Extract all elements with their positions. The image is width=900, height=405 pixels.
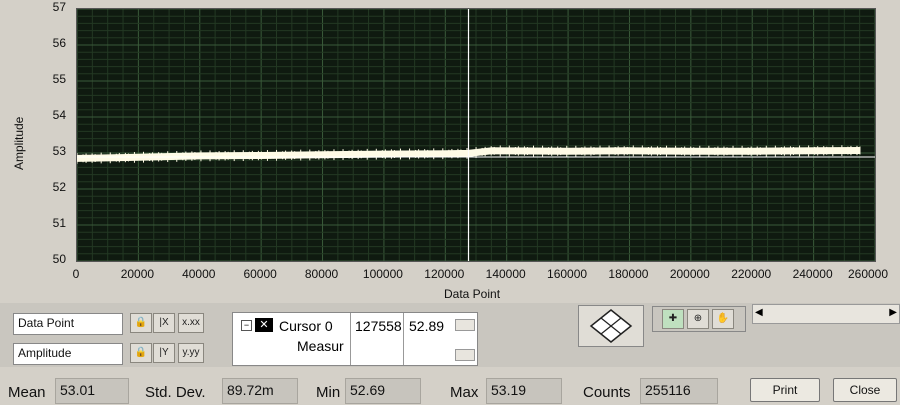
std-dev-label: Std. Dev. (145, 384, 206, 401)
x-axis-title: Data Point (444, 287, 501, 301)
x-format-icon[interactable]: x.xx (178, 313, 204, 333)
cursor-mover-icon (589, 309, 633, 343)
plot-svg (76, 8, 876, 262)
amplitude-label-wrap: Amplitude (10, 110, 30, 170)
plot-area[interactable] (76, 8, 876, 262)
x-tick-label: 220000 (731, 267, 772, 281)
scroll-up-button[interactable] (455, 319, 475, 331)
mean-value: 53.01 (55, 378, 129, 404)
crosshair-tool-icon[interactable]: ✚ (662, 309, 684, 329)
x-tick-label: 80000 (304, 267, 339, 281)
counts-value: 255116 (640, 378, 718, 404)
min-label: Min (316, 384, 341, 401)
x-autoscale-icon[interactable]: |X (153, 313, 175, 333)
counts-label: Counts (583, 384, 631, 401)
col-divider-1 (350, 313, 351, 365)
scroll-down-button[interactable] (455, 349, 475, 361)
y-tick-label: 57 (52, 0, 66, 14)
y-axis-name-field[interactable]: Amplitude (13, 343, 123, 365)
cursor-mover-button[interactable] (578, 305, 644, 347)
mean-label: Mean (8, 384, 46, 401)
expand-icon[interactable]: − (241, 320, 252, 331)
max-value: 53.19 (486, 378, 562, 404)
x-tick-label: 200000 (669, 267, 710, 281)
x-tick-label: 180000 (608, 267, 649, 281)
graph-palette: ✚ ⊕ ✋ (652, 306, 746, 332)
scroll-right-icon[interactable]: ▶ (889, 307, 897, 318)
print-button[interactable]: Print (750, 378, 820, 402)
min-value: 52.69 (345, 378, 421, 404)
x-tick-label: 240000 (792, 267, 833, 281)
std-dev-value: 89.72m (222, 378, 298, 404)
y-axis-title: Amplitude (12, 116, 26, 170)
y-tick-label: 52 (52, 180, 66, 194)
y-format-icon[interactable]: y.yy (178, 343, 204, 363)
cursor-name: Cursor 0 (279, 318, 333, 334)
y-tick-label: 51 (52, 216, 66, 230)
x-tick-label: 0 (72, 267, 80, 281)
cursor-style-icon[interactable]: ✕ (255, 318, 273, 332)
horizontal-scrollbar[interactable]: ◀ ▶ (752, 304, 900, 324)
x-tick-label: 40000 (182, 267, 216, 281)
x-axis-name-field[interactable]: Data Point (13, 313, 123, 335)
cursor-legend[interactable]: − ✕ Cursor 0 Measur 127558 52.89 (232, 312, 478, 366)
x-tick-label: 60000 (243, 267, 277, 281)
y-tick-label: 50 (52, 252, 66, 266)
cursor-x-value: 127558 (355, 318, 402, 334)
scroll-left-icon[interactable]: ◀ (755, 307, 763, 318)
cursor-y-value: 52.89 (409, 318, 445, 334)
y-tick-label: 55 (52, 72, 66, 86)
cursor-sub-label: Measur (297, 338, 344, 354)
x-tick-label: 120000 (424, 267, 465, 281)
y-tick-label: 56 (52, 36, 66, 50)
zoom-tool-icon[interactable]: ⊕ (687, 309, 709, 329)
x-tick-label: 260000 (847, 267, 889, 281)
y-autoscale-icon[interactable]: |Y (153, 343, 175, 363)
y-tick-label: 54 (52, 108, 66, 122)
x-tick-label: 100000 (362, 267, 403, 281)
col-divider-2 (403, 313, 404, 365)
pan-hand-icon[interactable]: ✋ (712, 309, 734, 329)
x-tick-label: 140000 (485, 267, 526, 281)
lock-icon-y[interactable]: 🔒 (130, 343, 152, 363)
close-button[interactable]: Close (833, 378, 897, 402)
x-tick-label: 160000 (547, 267, 588, 281)
x-tick-label: 20000 (120, 267, 155, 281)
y-tick-label: 53 (52, 144, 66, 158)
max-label: Max (450, 384, 479, 401)
lock-icon[interactable]: 🔒 (130, 313, 152, 333)
